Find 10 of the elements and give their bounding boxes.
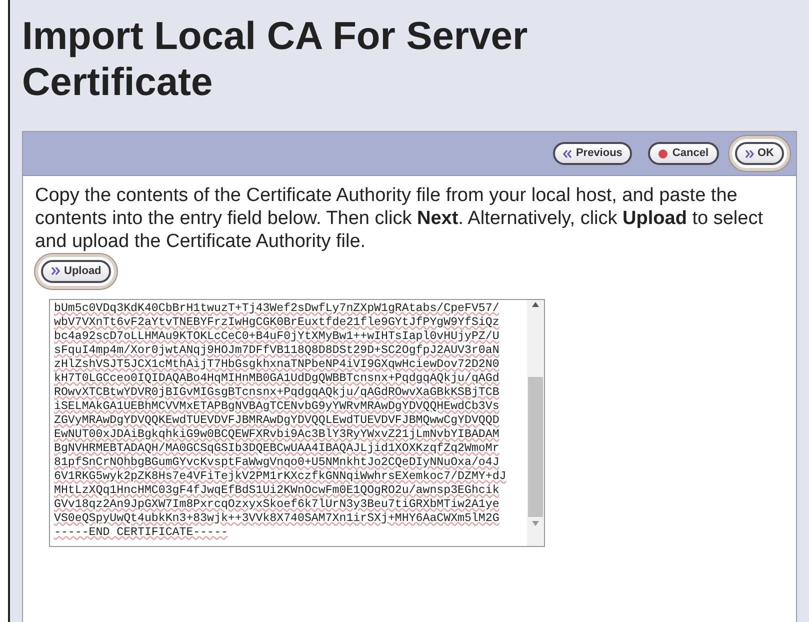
upload-button[interactable]: Upload bbox=[41, 260, 112, 282]
cancel-button[interactable]: Cancel bbox=[648, 142, 718, 165]
cancel-icon bbox=[658, 148, 668, 158]
page-title: Import Local CA For Server Certificate bbox=[22, 14, 529, 106]
double-chevron-right-icon bbox=[51, 267, 60, 276]
previous-button[interactable]: Previous bbox=[552, 142, 632, 165]
double-chevron-left-icon bbox=[562, 150, 572, 158]
instructions-text: Copy the contents of the Certificate Authority file from your local host, and paste the contents into the entry field below. Then click Next. Alternatively, click Upload to select and upload the Certificate Authority file. bbox=[35, 184, 764, 253]
double-chevron-right-icon bbox=[744, 150, 754, 158]
ok-button[interactable]: OK bbox=[734, 142, 784, 165]
